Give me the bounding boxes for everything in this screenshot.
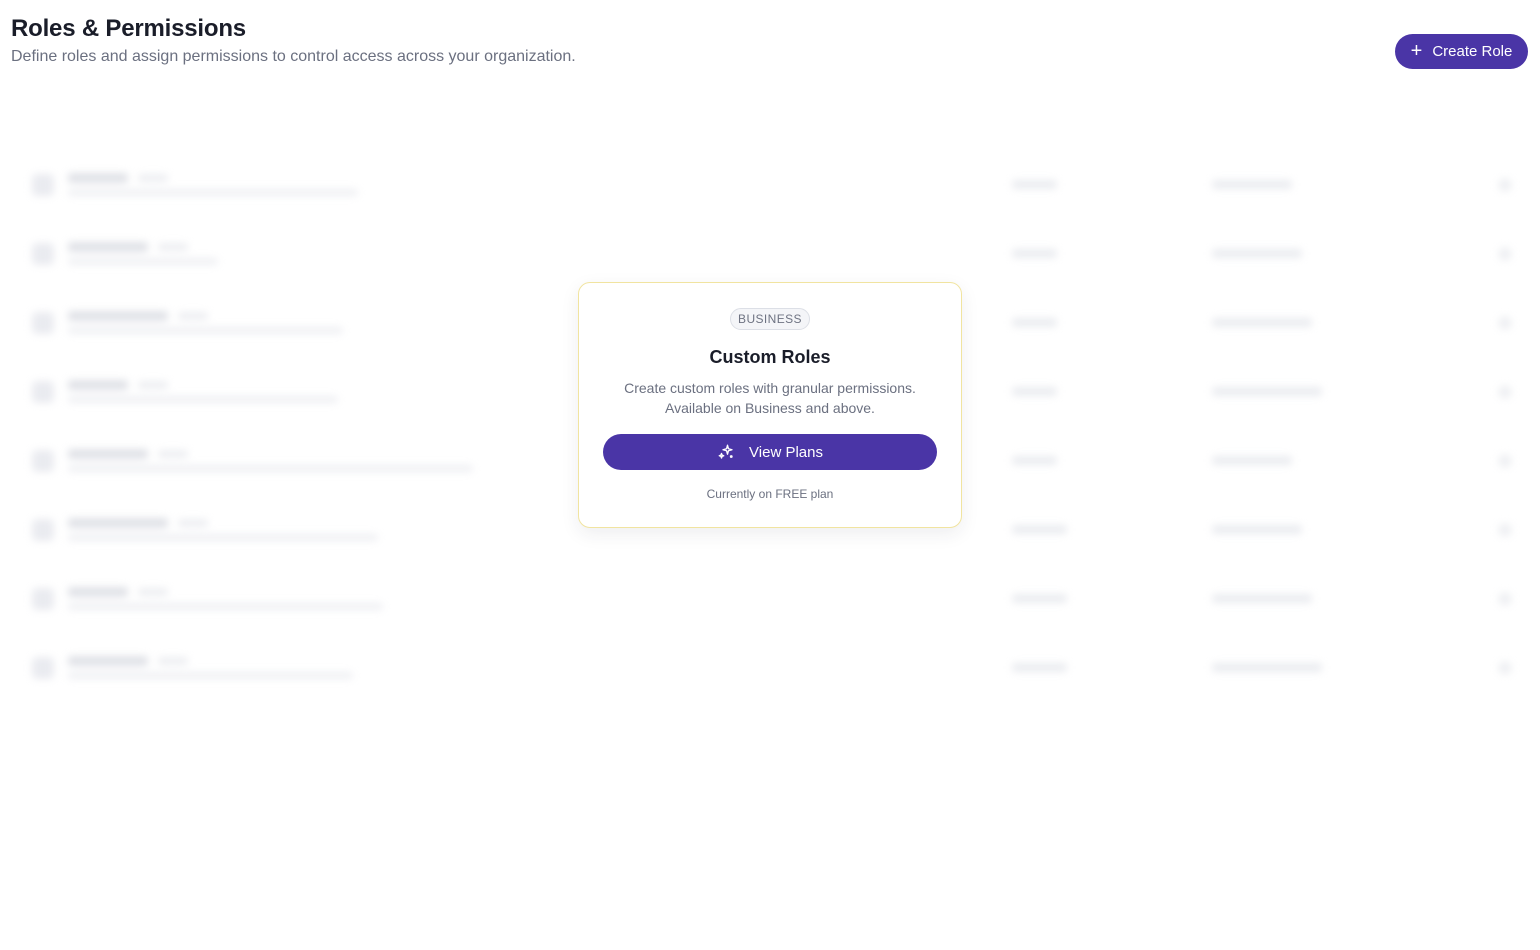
role-cell <box>68 242 1012 265</box>
create-role-label: Create Role <box>1432 43 1513 60</box>
upgrade-card: BUSINESS Custom Roles Create custom role… <box>578 282 962 528</box>
users-cell <box>1012 249 1212 258</box>
role-icon <box>32 242 54 265</box>
card-description-line-2: Available on Business and above. <box>665 400 875 416</box>
view-plans-button[interactable]: View Plans <box>603 434 937 470</box>
users-cell <box>1012 180 1212 189</box>
permissions-cell <box>1212 387 1490 396</box>
permissions-cell <box>1212 180 1490 189</box>
role-icon <box>32 449 54 472</box>
page-title: Roles & Permissions <box>11 15 246 42</box>
permissions-cell <box>1212 318 1490 327</box>
row-menu-icon <box>1490 385 1520 398</box>
role-icon <box>32 587 54 610</box>
row-menu-icon <box>1490 454 1520 467</box>
role-cell <box>68 173 1012 196</box>
current-plan-note: Currently on FREE plan <box>706 487 834 501</box>
role-icon <box>32 380 54 403</box>
users-cell <box>1012 387 1212 396</box>
sparkle-icon <box>718 444 733 459</box>
permissions-cell <box>1212 663 1490 672</box>
users-cell <box>1012 318 1212 327</box>
row-menu-icon <box>1490 247 1520 260</box>
users-cell <box>1012 525 1212 534</box>
table-row <box>22 633 1520 702</box>
row-menu-icon <box>1490 178 1520 191</box>
role-icon <box>32 656 54 679</box>
role-icon <box>32 173 54 196</box>
table-row <box>22 150 1520 219</box>
role-cell <box>68 587 1012 610</box>
role-cell <box>68 656 1012 679</box>
plan-badge: BUSINESS <box>730 308 810 330</box>
create-role-button[interactable]: + Create Role <box>1395 34 1528 69</box>
table-header <box>22 110 1520 150</box>
permissions-cell <box>1212 594 1490 603</box>
users-cell <box>1012 456 1212 465</box>
users-cell <box>1012 663 1212 672</box>
permissions-cell <box>1212 525 1490 534</box>
table-row <box>22 564 1520 633</box>
permissions-cell <box>1212 456 1490 465</box>
role-icon <box>32 311 54 334</box>
card-title: Custom Roles <box>709 347 831 367</box>
users-cell <box>1012 594 1212 603</box>
view-plans-label: View Plans <box>749 443 823 461</box>
page-subtitle: Define roles and assign permissions to c… <box>11 48 576 65</box>
card-description-line-1: Create custom roles with granular permis… <box>624 380 916 396</box>
row-menu-icon <box>1490 592 1520 605</box>
plus-icon: + <box>1410 39 1423 62</box>
table-row <box>22 219 1520 288</box>
page-header: Roles & Permissions Define roles and ass… <box>11 14 576 67</box>
row-menu-icon <box>1490 316 1520 329</box>
row-menu-icon <box>1490 523 1520 536</box>
role-icon <box>32 518 54 541</box>
permissions-cell <box>1212 249 1490 258</box>
row-menu-icon <box>1490 661 1520 674</box>
card-description: Create custom roles with granular permis… <box>579 378 961 418</box>
